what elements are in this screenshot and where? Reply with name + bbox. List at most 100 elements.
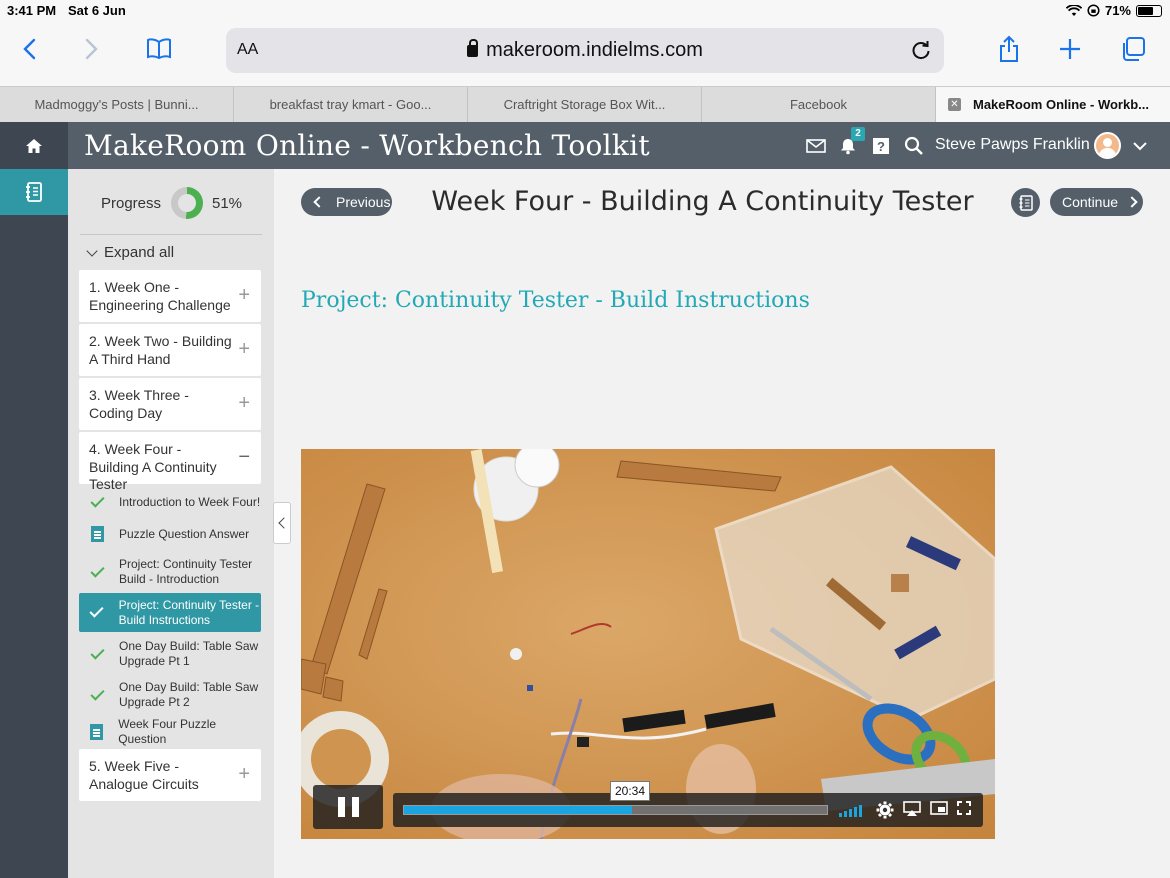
battery-icon — [1136, 4, 1162, 17]
notification-badge: 2 — [851, 127, 865, 141]
week-3-section[interactable]: 3. Week Three - Coding Day + — [79, 378, 261, 430]
lesson-label: Puzzle Question Answer — [119, 526, 250, 541]
lesson-label: Introduction to Week Four! — [119, 494, 261, 509]
rail-course-content-button[interactable] — [0, 169, 68, 215]
home-button[interactable] — [0, 122, 68, 169]
sidebar-collapse-button[interactable] — [273, 502, 291, 544]
lesson-item[interactable]: One Day Build: Table Saw Upgrade Pt 2 — [79, 679, 261, 711]
progress-ring — [171, 187, 203, 219]
chevron-left-icon — [313, 196, 325, 208]
tabs-overview-icon[interactable] — [1116, 32, 1150, 66]
week-4-section[interactable]: 4. Week Four - Building A Continuity Tes… — [79, 432, 261, 492]
pause-button[interactable] — [313, 785, 383, 829]
mail-icon[interactable] — [805, 135, 827, 157]
status-date: Sat 6 Jun — [68, 3, 126, 18]
bookmarks-icon[interactable] — [142, 32, 176, 66]
browser-tab-1[interactable]: Madmoggy's Posts | Bunni... — [0, 87, 234, 122]
week-5-section[interactable]: 5. Week Five - Analogue Circuits + — [79, 749, 261, 801]
check-icon — [89, 603, 104, 618]
divider — [80, 234, 262, 235]
collapse-minus-icon[interactable]: − — [238, 447, 250, 467]
week-2-section[interactable]: 2. Week Two - Building A Third Hand + — [79, 324, 261, 376]
video-time-tooltip: 20:34 — [610, 781, 650, 801]
browser-tab-3[interactable]: Craftright Storage Box Wit... — [468, 87, 702, 122]
check-icon — [89, 492, 105, 508]
lesson-item[interactable]: Week Four Puzzle Question — [79, 717, 261, 746]
progress-label: Progress — [101, 195, 162, 212]
ios-status-bar: 3:41 PM Sat 6 Jun 71% — [0, 0, 1170, 22]
settings-gear-icon[interactable] — [876, 801, 894, 819]
week-label: 4. Week Four - Building A Continuity Tes… — [89, 441, 217, 492]
lesson-label: Project: Continuity Tester Build - Intro… — [119, 557, 253, 586]
volume-icon[interactable] — [839, 804, 862, 817]
progress-value: 51% — [212, 195, 243, 212]
picture-in-picture-icon[interactable] — [930, 801, 948, 819]
browser-tab-active[interactable]: ✕ MakeRoom Online - Workb... — [936, 87, 1170, 122]
previous-label: Previous — [336, 194, 391, 210]
lesson-label: Project: Continuity Tester - Build Instr… — [118, 597, 260, 627]
expand-all-label: Expand all — [104, 244, 175, 261]
section-title: Project: Continuity Tester - Build Instr… — [301, 288, 810, 313]
notebook-icon — [26, 182, 42, 202]
browser-toolbar: AA makeroom.indielms.com — [0, 22, 1170, 86]
expand-plus-icon[interactable]: + — [238, 764, 250, 784]
close-tab-icon[interactable]: ✕ — [948, 98, 961, 111]
page-title: Week Four - Building A Continuity Tester — [431, 186, 974, 217]
app-header: MakeRoom Online - Workbench Toolkit 2 ? … — [0, 122, 1170, 169]
chevron-left-icon — [277, 517, 290, 529]
chevron-down-icon — [86, 244, 98, 257]
home-icon — [26, 138, 42, 153]
browser-tab-4[interactable]: Facebook — [702, 87, 936, 122]
share-icon[interactable] — [992, 32, 1026, 66]
video-player[interactable]: 20:34 — [301, 449, 995, 839]
app-title: MakeRoom Online - Workbench Toolkit — [84, 129, 650, 162]
expand-plus-icon[interactable]: + — [238, 393, 250, 413]
battery-percent: 71% — [1104, 3, 1131, 18]
browser-tab-2[interactable]: breakfast tray kmart - Goo... — [234, 87, 468, 122]
new-tab-icon[interactable] — [1053, 32, 1087, 66]
document-icon — [90, 724, 104, 740]
forward-icon[interactable] — [74, 32, 108, 66]
address-bar[interactable]: AA makeroom.indielms.com — [226, 28, 944, 73]
check-icon — [89, 685, 105, 701]
status-right: 71% — [1065, 3, 1162, 18]
expand-all-button[interactable]: Expand all — [86, 244, 175, 261]
user-menu-chevron-down-icon[interactable] — [1129, 135, 1151, 157]
search-icon[interactable] — [903, 135, 925, 157]
left-rail — [0, 169, 68, 878]
lesson-item-active[interactable]: Project: Continuity Tester - Build Instr… — [79, 593, 261, 632]
lock-icon — [467, 39, 479, 57]
lesson-label: One Day Build: Table Saw Upgrade Pt 2 — [119, 680, 259, 709]
lesson-item[interactable]: Introduction to Week Four! — [79, 490, 261, 514]
help-icon[interactable]: ? — [870, 135, 892, 157]
back-icon[interactable] — [13, 32, 47, 66]
notebook-icon — [1019, 194, 1033, 211]
fullscreen-icon[interactable] — [957, 801, 975, 819]
expand-plus-icon[interactable]: + — [238, 339, 250, 359]
continue-label: Continue — [1062, 194, 1119, 210]
lesson-label: Week Four Puzzle Question — [118, 717, 217, 746]
video-progress-fill — [404, 806, 633, 814]
continue-button[interactable]: Continue — [1050, 188, 1143, 216]
notifications-button[interactable]: 2 — [837, 127, 865, 157]
week-label: 1. Week One - Engineering Challenge — [89, 279, 231, 313]
week-1-section[interactable]: 1. Week One - Engineering Challenge + — [79, 270, 261, 322]
notes-button[interactable] — [1011, 188, 1040, 217]
document-icon — [90, 526, 104, 542]
progress-summary: Progress 51% — [68, 186, 274, 220]
browser-tab-5-label: MakeRoom Online - Workb... — [973, 97, 1150, 112]
expand-plus-icon[interactable]: + — [238, 285, 250, 305]
reload-icon[interactable] — [910, 39, 932, 61]
check-icon — [89, 562, 105, 578]
lesson-item[interactable]: Project: Continuity Tester Build - Intro… — [79, 556, 261, 588]
video-progress-bar[interactable] — [403, 805, 828, 815]
user-name[interactable]: Steve Pawps Franklin — [935, 136, 1090, 154]
lesson-item[interactable]: One Day Build: Table Saw Upgrade Pt 1 — [79, 638, 261, 670]
airplay-icon[interactable] — [903, 801, 921, 819]
previous-button[interactable]: Previous — [301, 188, 392, 216]
orientation-lock-icon — [1087, 4, 1100, 17]
url-text: makeroom.indielms.com — [486, 39, 703, 61]
lesson-item[interactable]: Puzzle Question Answer — [79, 522, 261, 546]
browser-tab-strip: Madmoggy's Posts | Bunni... breakfast tr… — [0, 86, 1170, 122]
avatar[interactable] — [1094, 132, 1121, 159]
